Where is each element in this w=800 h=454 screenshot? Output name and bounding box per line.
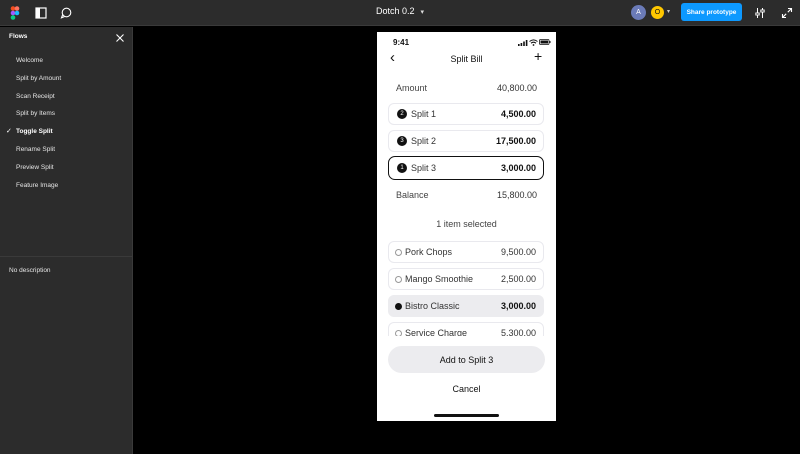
- phone-body: 9:41 ‹ Split Bill + Amount 40,800.00 2 S…: [377, 32, 556, 421]
- split-row-selected[interactable]: 1 Split 3 3,000.00: [388, 156, 544, 180]
- screen-title: Split Bill: [450, 54, 483, 64]
- item-name: Bistro Classic: [405, 301, 460, 311]
- selection-count: 1 item selected: [436, 219, 497, 229]
- item-row[interactable]: Mango Smoothie 2,500.00: [388, 268, 544, 290]
- status-time: 9:41: [393, 38, 410, 47]
- balance-label: Balance: [396, 190, 429, 200]
- file-title[interactable]: Dotch 0.2 ▾: [0, 6, 800, 16]
- split-name: Split 1: [411, 109, 437, 119]
- split-amount: 4,500.00: [500, 109, 536, 119]
- settings-sliders-icon[interactable]: [751, 4, 769, 22]
- split-order-badge: 3: [397, 136, 407, 146]
- amount-label: Amount: [396, 83, 428, 93]
- radio-unselected-icon: [395, 249, 402, 256]
- flow-item-toggle-split[interactable]: Toggle Split: [16, 128, 53, 135]
- item-price: 9,500.00: [500, 247, 536, 257]
- radio-unselected-icon: [395, 276, 402, 283]
- flows-sidebar: Flows Welcome Split by Amount Scan Recei…: [0, 27, 133, 454]
- flow-item-feature-image[interactable]: Feature Image: [16, 182, 58, 189]
- flow-item-split-by-items[interactable]: Split by Items: [16, 110, 55, 117]
- item-row-selected[interactable]: Bistro Classic 3,000.00: [388, 295, 544, 317]
- item-row[interactable]: Pork Chops 9,500.00: [388, 241, 544, 263]
- add-split-icon[interactable]: +: [534, 49, 542, 63]
- close-icon[interactable]: [115, 30, 125, 42]
- flows-heading: Flows: [9, 33, 28, 40]
- top-toolbar: Dotch 0.2 ▾ A O ▾ Share prototype: [0, 0, 800, 26]
- split-name: Split 3: [411, 163, 437, 173]
- divider: [0, 256, 133, 257]
- balance-value: 15,800.00: [496, 190, 537, 200]
- item-price: 2,500.00: [500, 274, 536, 284]
- wifi-icon: [529, 39, 538, 46]
- amount-value: 40,800.00: [496, 83, 537, 93]
- battery-icon: [539, 39, 551, 45]
- chevron-down-icon: ▾: [420, 9, 425, 16]
- flow-item-preview-split[interactable]: Preview Split: [16, 164, 54, 171]
- cancel-button[interactable]: Cancel: [377, 384, 556, 394]
- split-amount: 17,500.00: [495, 136, 536, 146]
- radio-selected-icon: [395, 303, 402, 310]
- chevron-down-icon[interactable]: ▾: [667, 8, 670, 15]
- avatar[interactable]: O: [650, 5, 665, 20]
- item-name: Mango Smoothie: [405, 274, 474, 284]
- flow-description: No description: [9, 267, 51, 274]
- avatar[interactable]: A: [631, 5, 646, 20]
- split-order-badge: 2: [397, 109, 407, 119]
- split-row[interactable]: 2 Split 1 4,500.00: [388, 103, 544, 125]
- split-row[interactable]: 3 Split 2 17,500.00: [388, 130, 544, 152]
- add-to-split-button[interactable]: Add to Split 3: [388, 346, 545, 373]
- item-price: 3,000.00: [500, 301, 536, 311]
- home-indicator: [434, 414, 499, 417]
- split-name: Split 2: [411, 136, 437, 146]
- split-amount: 3,000.00: [500, 163, 536, 173]
- item-name: Pork Chops: [405, 247, 453, 257]
- expand-icon[interactable]: [778, 4, 796, 22]
- flow-item-welcome[interactable]: Welcome: [16, 57, 43, 64]
- checkmark-icon: ✓: [6, 128, 12, 135]
- flow-item-rename-split[interactable]: Rename Split: [16, 146, 55, 153]
- file-title-text: Dotch 0.2: [375, 6, 415, 16]
- share-prototype-button[interactable]: Share prototype: [681, 3, 742, 21]
- signal-icon: [518, 40, 528, 46]
- flow-item-scan-receipt[interactable]: Scan Receipt: [16, 93, 55, 100]
- split-order-badge: 1: [397, 163, 407, 173]
- flow-item-split-by-amount[interactable]: Split by Amount: [16, 75, 61, 82]
